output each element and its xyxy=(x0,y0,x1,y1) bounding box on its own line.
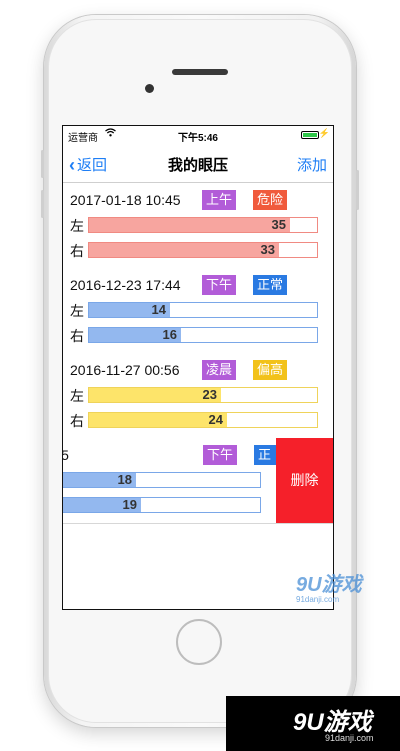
period-tag: 上午 xyxy=(202,190,237,210)
status-badge: 危险 xyxy=(253,190,288,210)
record-datetime: 2016-12-23 17:44 xyxy=(70,277,181,293)
home-button[interactable] xyxy=(176,619,222,665)
right-eye-pressure-bar: 19 xyxy=(63,497,261,513)
record-row[interactable]: 2016-12-23 17:44 下午 正常左 14 右 16 xyxy=(63,268,333,354)
left-eye-pressure-bar: 14 xyxy=(88,302,318,318)
record-content: 2016-12-23 17:44 下午 正常左 14 右 16 xyxy=(63,268,333,353)
app-screen: 运营商 下午5:46 ⚡ ‹ 返回 我的眼压 添加 2017-01-18 10:4… xyxy=(62,125,334,610)
record-content: 2016-11-27 00:56 凌晨 偏高左 23 右 24 xyxy=(63,353,333,438)
status-badge: 正常 xyxy=(254,445,278,482)
right-eye-pressure-bar: 24 xyxy=(88,412,318,428)
status-time: 下午5:46 xyxy=(177,133,218,144)
record-row[interactable]: 0-20 12:25下午正常左18右19删除 xyxy=(63,438,333,524)
left-eye-pressure-bar: 35 xyxy=(88,217,318,233)
power-button xyxy=(356,170,359,210)
speaker-grille xyxy=(172,69,228,75)
left-eye-pressure-bar: 23 xyxy=(88,387,318,403)
record-datetime: 2016-11-27 00:56 xyxy=(70,362,180,378)
period-tag: 凌晨 xyxy=(202,360,237,380)
corner-url: 91danji.com xyxy=(325,733,374,743)
delete-button[interactable]: 删除 xyxy=(276,438,333,523)
right-eye-pressure-value: 24 xyxy=(208,412,223,427)
page-title: 我的眼压 xyxy=(167,157,228,174)
record-row[interactable]: 2017-01-18 10:45 上午 危险左 35 右 33 xyxy=(63,183,333,269)
left-eye-pressure-value: 18 xyxy=(117,472,132,487)
charging-icon: ⚡ xyxy=(318,128,330,138)
add-button[interactable]: 添加 xyxy=(297,154,327,175)
left-eye-pressure-bar: 18 xyxy=(63,472,261,488)
period-tag: 下午 xyxy=(203,445,238,465)
right-eye-pressure-bar: 33 xyxy=(88,242,318,258)
record-datetime: 0-20 12:25 xyxy=(63,447,69,463)
volume-button xyxy=(41,190,44,218)
record-datetime: 2017-01-18 10:45 xyxy=(70,192,181,208)
navigation-bar: ‹ 返回 我的眼压 添加 xyxy=(63,144,333,183)
record-row[interactable]: 2016-11-27 00:56 凌晨 偏高左 23 右 24 xyxy=(63,353,333,439)
status-badge: 正常 xyxy=(253,275,288,295)
record-content: 0-20 12:25下午正常左18右19 xyxy=(63,438,278,523)
left-eye-pressure-value: 14 xyxy=(151,302,166,317)
left-eye-pressure-value: 35 xyxy=(271,217,286,232)
right-eye-pressure-value: 16 xyxy=(162,327,177,342)
left-eye-pressure-value: 23 xyxy=(202,387,217,402)
status-bar: 运营商 下午5:46 ⚡ xyxy=(63,126,333,144)
corner-logo: 9U游戏 xyxy=(293,709,372,736)
volume-button xyxy=(41,150,44,178)
watermark-url: 91danji.com xyxy=(296,595,340,604)
right-eye-pressure-value: 19 xyxy=(122,497,137,512)
status-badge: 偏高 xyxy=(253,360,288,380)
record-content: 2017-01-18 10:45 上午 危险左 35 右 33 xyxy=(63,183,333,268)
watermark-logo: 9U游戏 91danji.com xyxy=(296,568,362,604)
right-eye-label: 右 xyxy=(70,243,84,259)
left-eye-label: 左 xyxy=(70,218,84,234)
battery-icon xyxy=(301,131,319,139)
right-eye-label: 右 xyxy=(70,413,84,429)
camera-icon xyxy=(145,84,154,93)
period-tag: 下午 xyxy=(202,275,237,295)
right-eye-label: 右 xyxy=(70,328,84,344)
right-eye-pressure-value: 33 xyxy=(260,242,275,257)
left-eye-label: 左 xyxy=(70,303,84,319)
left-eye-label: 左 xyxy=(70,388,84,404)
watermark-logo-text: 9U游戏 xyxy=(296,574,362,596)
right-eye-pressure-bar: 16 xyxy=(88,327,318,343)
